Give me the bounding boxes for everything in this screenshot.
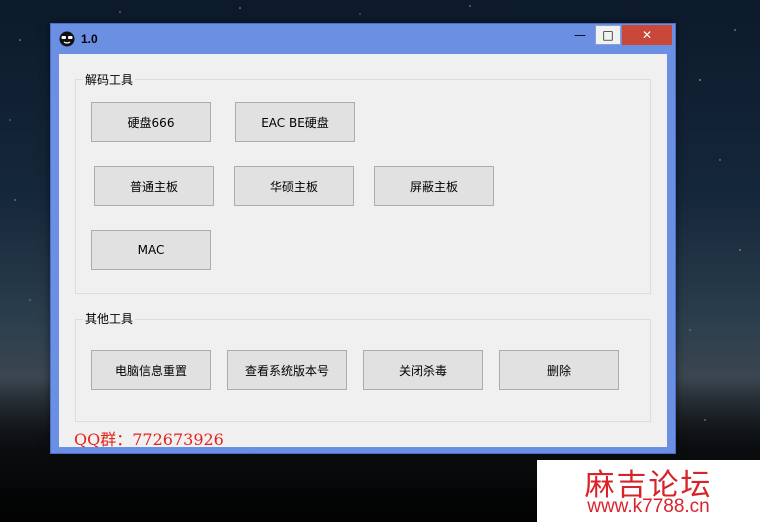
window-title: 1.0 — [81, 32, 98, 46]
minimize-icon: — — [574, 28, 586, 42]
eac-be-disk-button[interactable]: EAC BE硬盘 — [235, 102, 355, 142]
view-system-version-button[interactable]: 查看系统版本号 — [227, 350, 347, 390]
maximize-icon: □ — [602, 28, 614, 42]
window-client-area: 解码工具 硬盘666 EAC BE硬盘 普通主板 华硕主板 屏蔽主板 MAC 其… — [59, 54, 667, 449]
watermark-url: www.k7788.cn — [587, 496, 710, 517]
reset-pc-info-button[interactable]: 电脑信息重置 — [91, 350, 211, 390]
decode-tools-label: 解码工具 — [83, 71, 136, 88]
maximize-button[interactable]: □ — [595, 25, 621, 45]
qq-group-text: QQ群：772673926 — [74, 430, 224, 449]
app-window: 1.0 — □ ✕ 解码工具 硬盘666 EAC BE硬盘 普通主板 华硕主板 … — [50, 23, 676, 454]
close-icon: ✕ — [641, 28, 653, 42]
shield-motherboard-button[interactable]: 屏蔽主板 — [374, 166, 494, 206]
disk-666-button[interactable]: 硬盘666 — [91, 102, 211, 142]
asus-motherboard-button[interactable]: 华硕主板 — [234, 166, 354, 206]
close-button[interactable]: ✕ — [622, 25, 672, 45]
generic-motherboard-button[interactable]: 普通主板 — [94, 166, 214, 206]
other-tools-label: 其他工具 — [83, 310, 136, 327]
minimize-button[interactable]: — — [567, 25, 593, 45]
sunglasses-face-icon — [59, 31, 75, 47]
disable-antivirus-button[interactable]: 关闭杀毒 — [363, 350, 483, 390]
mac-button[interactable]: MAC — [91, 230, 211, 270]
delete-button[interactable]: 删除 — [499, 350, 619, 390]
watermark-logo: 麻吉论坛 www.k7788.cn — [537, 460, 760, 522]
title-bar[interactable]: 1.0 — □ ✕ — [51, 24, 675, 54]
